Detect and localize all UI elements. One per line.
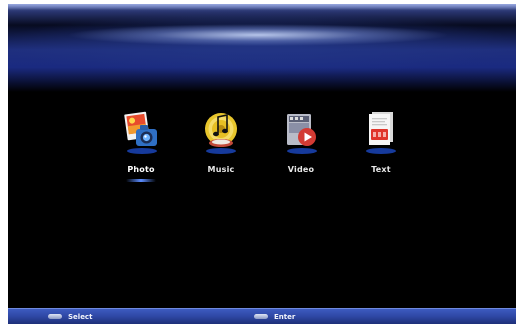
- select-key-icon: [48, 314, 62, 319]
- select-hint: Select: [48, 310, 92, 323]
- music-icon: [201, 105, 241, 157]
- select-hint-label: Select: [68, 312, 93, 321]
- menu-item-text[interactable]: Text: [351, 105, 411, 191]
- photo-icon: [121, 105, 161, 157]
- enter-hint: Enter: [254, 310, 295, 323]
- menu-item-photo[interactable]: Photo: [111, 105, 171, 191]
- media-menu: Photo Music Video Text: [8, 4, 516, 204]
- footer-bar: Select Enter: [8, 308, 516, 324]
- text-icon: [361, 105, 401, 157]
- tv-screen: Photo Music Video Text Select Enter: [8, 4, 516, 324]
- enter-key-icon: [254, 314, 268, 319]
- menu-item-label: Music: [207, 165, 235, 174]
- menu-item-video[interactable]: Video: [271, 105, 331, 191]
- selection-underline: [126, 179, 156, 182]
- video-icon: [281, 105, 321, 157]
- menu-item-label: Video: [287, 165, 315, 174]
- enter-hint-label: Enter: [274, 312, 296, 321]
- menu-item-label: Photo: [127, 165, 155, 174]
- menu-item-music[interactable]: Music: [191, 105, 251, 191]
- menu-item-label: Text: [371, 165, 391, 174]
